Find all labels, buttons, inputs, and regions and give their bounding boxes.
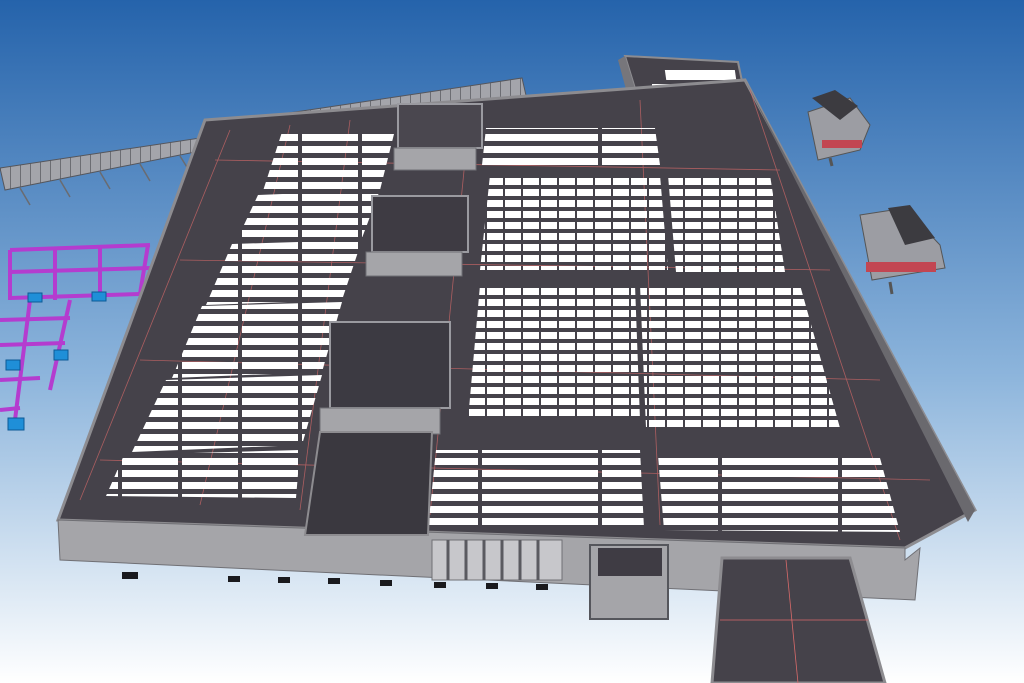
- south-annex[interactable]: [589, 544, 669, 620]
- penthouse-center[interactable]: [365, 195, 469, 277]
- bim-3d-viewport[interactable]: [0, 0, 1024, 683]
- building-model-scene[interactable]: [0, 0, 1024, 683]
- solar-panel-array-south[interactable]: [428, 450, 900, 532]
- entrance-glazing[interactable]: [431, 539, 563, 581]
- penthouse-south[interactable]: [319, 321, 451, 435]
- penthouse-north[interactable]: [393, 103, 483, 171]
- solar-panel-array-center-south[interactable]: [468, 285, 840, 428]
- open-courtyard[interactable]: [303, 431, 434, 536]
